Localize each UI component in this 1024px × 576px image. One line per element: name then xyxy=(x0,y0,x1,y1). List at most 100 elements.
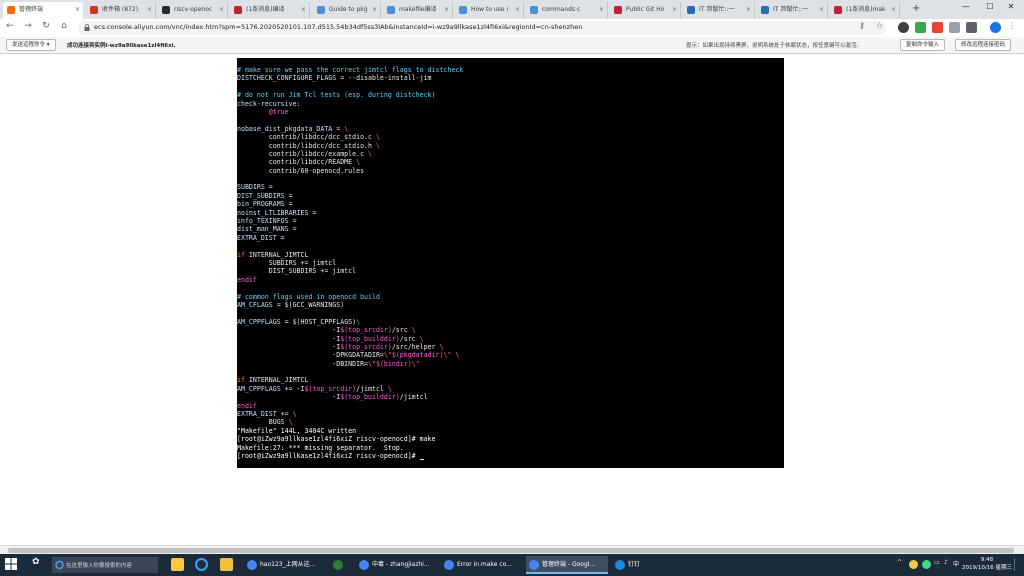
taskbar-app-button[interactable]: 管理终端 - Googl... xyxy=(526,556,608,574)
system-clock[interactable]: 9:48 2019/10/16 星期三 xyxy=(962,557,1012,572)
tab-close-icon[interactable]: × xyxy=(147,2,152,17)
tray-overflow-chevron[interactable]: ^ xyxy=(897,559,902,566)
browser-tab[interactable]: How to use i × xyxy=(455,2,524,19)
forward-button[interactable]: → xyxy=(22,21,34,31)
browser-tab[interactable]: Public Git Ho × xyxy=(610,2,681,19)
browser-tab[interactable]: IT 邦幫忙::一 × xyxy=(757,2,828,19)
browser-tab[interactable]: Guide to pkg × xyxy=(313,2,381,19)
browser-tab[interactable]: commands c × xyxy=(526,2,608,19)
home-button[interactable]: ⌂ xyxy=(58,21,70,31)
terminal-text: \ xyxy=(356,158,361,167)
terminal-line: @true xyxy=(237,108,784,116)
extension-icon[interactable] xyxy=(915,22,926,33)
horizontal-scrollbar[interactable] xyxy=(0,545,1024,554)
cortana-icon[interactable]: ✿ xyxy=(32,557,45,570)
menu-icon[interactable]: ⋮ xyxy=(1008,21,1019,32)
terminal-text: contrib/libdcc/dcc_stdio.h xyxy=(237,141,376,150)
network-icon[interactable]: ▭ xyxy=(934,559,940,566)
tab-favicon-icon xyxy=(687,6,695,14)
window-close-button[interactable]: ✕ xyxy=(1000,2,1022,11)
volume-icon[interactable]: ♪ xyxy=(944,559,948,566)
terminal-text: /jimtcl xyxy=(356,384,388,393)
taskbar-search-box[interactable]: 在这里输入你要搜索的内容 xyxy=(52,557,158,573)
tray-app-icon[interactable] xyxy=(922,560,931,569)
taskbar-app-button[interactable]: 钉钉 xyxy=(612,556,656,574)
browser-tab[interactable]: (1条消息)mak × xyxy=(830,2,900,19)
tab-label: IT 邦幫忙::一 xyxy=(773,6,809,13)
modify-password-button[interactable]: 修改远程连接密码 xyxy=(955,39,1012,51)
vnc-terminal-screen[interactable]: # make sure we pass the correct jimtcl f… xyxy=(237,58,784,468)
taskbar-app-button[interactable]: Error in make co... xyxy=(441,556,523,574)
tab-close-icon[interactable]: × xyxy=(599,2,604,17)
file-explorer-icon[interactable] xyxy=(220,558,233,571)
browser-tab[interactable]: makefile编译 × xyxy=(383,2,453,19)
browser-tab[interactable]: riscv-openoc × xyxy=(158,2,228,19)
window-minimize-button[interactable]: — xyxy=(955,2,977,11)
extension-icon[interactable] xyxy=(898,22,909,33)
extension-icon[interactable] xyxy=(949,22,960,33)
tab-close-icon[interactable]: × xyxy=(515,2,520,17)
terminal-line: info_TEXINFOS = xyxy=(237,217,784,225)
terminal-text: $(top_srcdir) xyxy=(340,342,392,351)
send-remote-command-button[interactable]: 发送远程命令 ▾ xyxy=(6,39,56,51)
windows-start-icon[interactable] xyxy=(5,558,17,570)
omnibox[interactable]: ecs.console.aliyun.com/vnc/index.htm?spm… xyxy=(78,21,886,35)
edge-icon[interactable] xyxy=(195,558,208,571)
browser-tab[interactable]: 管理终端 × xyxy=(3,2,83,19)
terminal-line: -DBINDIR=\"$(bindir)\" xyxy=(237,360,784,368)
extension-icon[interactable] xyxy=(966,22,977,33)
ime-indicator[interactable]: 中 xyxy=(953,559,959,568)
terminal-line: contrib/libdcc/dcc_stdio.h \ xyxy=(237,142,784,150)
tab-label: How to use i xyxy=(471,6,509,13)
profile-avatar-icon[interactable] xyxy=(990,22,1001,33)
browser-tab[interactable]: 收件箱 (872) × xyxy=(86,2,156,19)
browser-tab[interactable]: (1条消息)编译 × xyxy=(230,2,310,19)
taskbar-app-label: 钉钉 xyxy=(628,561,641,568)
bookmark-star-icon[interactable]: ☆ xyxy=(876,21,887,32)
tab-close-icon[interactable]: × xyxy=(75,2,80,17)
window-maximize-button[interactable]: ☐ xyxy=(979,2,1001,11)
tab-close-icon[interactable]: × xyxy=(672,2,677,17)
scrollbar-thumb[interactable] xyxy=(8,548,1014,553)
store-icon[interactable] xyxy=(171,558,184,571)
terminal-line: DISTCHECK_CONFIGURE_FLAGS = --disable-in… xyxy=(237,74,784,82)
tab-close-icon[interactable]: × xyxy=(819,2,824,17)
terminal-text: /src xyxy=(391,326,412,335)
tab-label: 收件箱 (872) xyxy=(102,6,139,13)
taskbar-app-button[interactable]: 中毒 - zhangjiazhi... xyxy=(356,556,438,574)
terminal-line: contrib/libdcc/README \ xyxy=(237,158,784,166)
connection-status: 成功连接到实例i-wz9a9llkase1zl4fi6xi. xyxy=(67,43,176,49)
tab-close-icon[interactable]: × xyxy=(301,2,306,17)
tab-close-icon[interactable]: × xyxy=(219,2,224,17)
tray-app-icon[interactable] xyxy=(909,560,918,569)
browser-tab[interactable]: IT 邦幫忙::一 × xyxy=(683,2,755,19)
terminal-text: -DBINDIR= xyxy=(237,359,369,368)
terminal-text: check-recursive: xyxy=(237,99,301,108)
tab-close-icon[interactable]: × xyxy=(372,2,377,17)
terminal-text: \" xyxy=(411,359,420,368)
terminal-text: SUBDIRS += jimtcl xyxy=(237,258,337,267)
copy-command-button[interactable]: 复制命令输入 xyxy=(900,39,946,51)
extension-icon[interactable] xyxy=(932,22,943,33)
tab-close-icon[interactable]: × xyxy=(444,2,449,17)
terminal-text: /jimtcl xyxy=(399,393,428,402)
tab-close-icon[interactable]: × xyxy=(746,2,751,17)
terminal-text: \" xyxy=(383,351,392,360)
taskbar-app-button[interactable] xyxy=(330,556,352,574)
taskbar-app-button[interactable]: hao123_上网从这... xyxy=(244,556,326,574)
tab-favicon-icon xyxy=(614,6,622,14)
tab-favicon-icon xyxy=(459,6,467,14)
show-desktop-button[interactable] xyxy=(1014,558,1022,571)
terminal-text: bin_PROGRAMS xyxy=(237,200,285,209)
back-button[interactable]: ← xyxy=(4,21,16,31)
terminal-line: if INTERNAL_JIMTCL xyxy=(237,251,784,259)
new-tab-button[interactable]: + xyxy=(912,3,920,14)
tab-close-icon[interactable]: × xyxy=(891,2,896,17)
key-icon[interactable]: ⚷ xyxy=(859,21,870,32)
terminal-text: info_TEXINFOS xyxy=(237,217,289,226)
terminal-text: \ xyxy=(387,384,392,393)
terminal-text: # do not run Jim Tcl tests (esp. during … xyxy=(237,91,436,100)
reload-button[interactable]: ↻ xyxy=(40,21,52,31)
